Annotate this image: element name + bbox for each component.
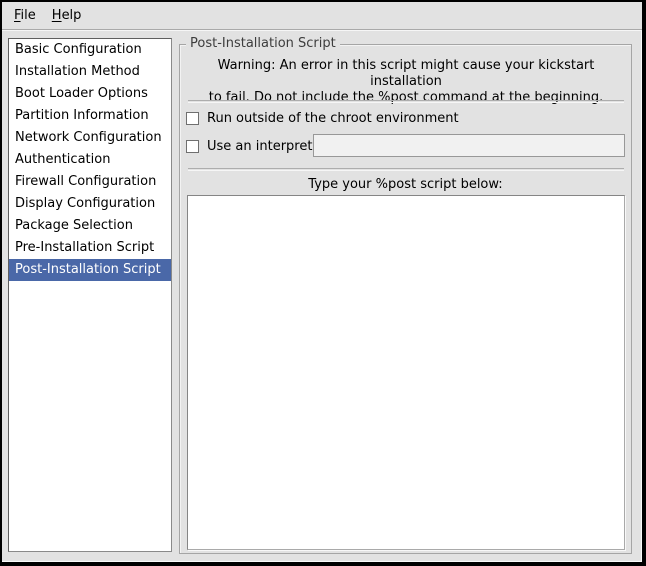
app-window: File Help Basic Configuration Installati… (0, 0, 646, 566)
menu-help[interactable]: Help (44, 4, 90, 27)
warning-line-2: to fail. Do not include the %post comman… (187, 90, 625, 106)
chroot-check-row: Run outside of the chroot environment (186, 109, 459, 127)
sidebar-item-boot-loader-options[interactable]: Boot Loader Options (9, 83, 171, 105)
interpreter-check-row: Use an interpreter: (186, 137, 330, 155)
window-body: File Help Basic Configuration Installati… (2, 2, 642, 562)
menu-bar: File Help (2, 2, 642, 30)
warning-text: Warning: An error in this script might c… (187, 58, 625, 106)
sidebar-item-pre-installation-script[interactable]: Pre-Installation Script (9, 237, 171, 259)
interpreter-checkbox[interactable] (186, 140, 199, 153)
chroot-checkbox-label[interactable]: Run outside of the chroot environment (207, 111, 459, 126)
sidebar-item-network-configuration[interactable]: Network Configuration (9, 127, 171, 149)
interpreter-checkbox-label[interactable]: Use an interpreter: (207, 139, 330, 154)
sidebar-item-installation-method[interactable]: Installation Method (9, 61, 171, 83)
warning-line-1: Warning: An error in this script might c… (187, 58, 625, 90)
menu-help-mnemonic: H (52, 8, 62, 23)
separator (188, 100, 624, 102)
frame-title: Post-Installation Script (186, 36, 340, 51)
chroot-checkbox[interactable] (186, 112, 199, 125)
menu-help-label: elp (62, 8, 82, 23)
menu-file[interactable]: File (6, 4, 44, 27)
interpreter-entry[interactable] (313, 134, 625, 157)
sidebar-item-package-selection[interactable]: Package Selection (9, 215, 171, 237)
separator (188, 168, 624, 170)
post-script-textarea[interactable] (187, 195, 625, 550)
sidebar-item-partition-information[interactable]: Partition Information (9, 105, 171, 127)
section-list: Basic Configuration Installation Method … (8, 38, 172, 552)
sidebar-item-post-installation-script[interactable]: Post-Installation Script (9, 259, 171, 281)
sidebar-item-firewall-configuration[interactable]: Firewall Configuration (9, 171, 171, 193)
sidebar-item-display-configuration[interactable]: Display Configuration (9, 193, 171, 215)
script-area-label: Type your %post script below: (179, 177, 632, 192)
sidebar-item-authentication[interactable]: Authentication (9, 149, 171, 171)
sidebar-item-basic-configuration[interactable]: Basic Configuration (9, 39, 171, 61)
menu-file-label: ile (21, 8, 36, 23)
